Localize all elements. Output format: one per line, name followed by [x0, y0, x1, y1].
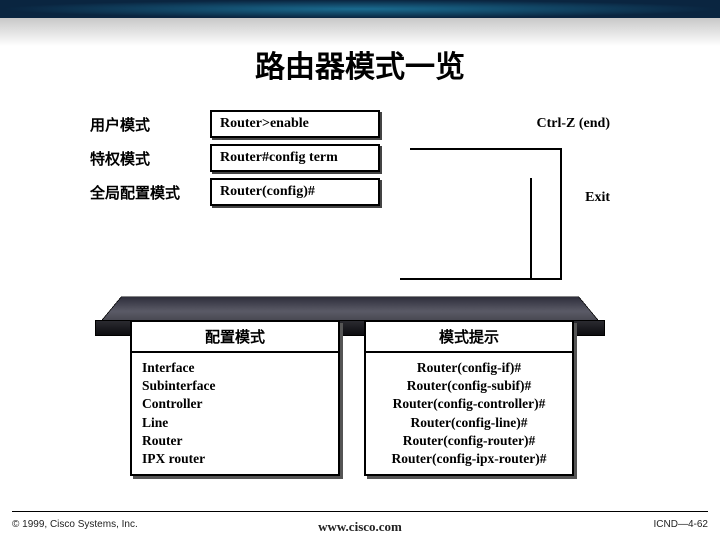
bottom-boxes: 配置模式 Interface Subinterface Controller L…: [130, 320, 574, 476]
list-item: Router(config-subif)#: [376, 377, 562, 395]
list-item: Router(config-router)#: [376, 432, 562, 450]
list-item: Interface: [142, 359, 328, 377]
row-priv-mode: 特权模式 Router#config term: [90, 144, 650, 172]
footer: © 1999, Cisco Systems, Inc. www.cisco.co…: [12, 519, 708, 530]
box-config-modes: 配置模式 Interface Subinterface Controller L…: [130, 320, 340, 476]
box-mode-prompts: 模式提示 Router(config-if)# Router(config-su…: [364, 320, 574, 476]
label-ctrl-z: Ctrl-Z (end): [537, 116, 611, 132]
row-global-mode: 全局配置模式 Router(config)#: [90, 178, 650, 206]
list-item: Subinterface: [142, 377, 328, 395]
box-config-modes-header: 配置模式: [132, 322, 338, 353]
mode-rows: 用户模式 Router>enable 特权模式 Router#config te…: [90, 110, 650, 212]
list-item: IPX router: [142, 450, 328, 468]
list-item: Router(config-if)#: [376, 359, 562, 377]
header-gradient: [0, 0, 720, 18]
cmd-enable: Router>enable: [210, 110, 380, 138]
label-priv-mode: 特权模式: [90, 148, 210, 169]
label-exit: Exit: [585, 190, 610, 206]
connector-line: [410, 148, 560, 150]
list-item: Router(config-ipx-router)#: [376, 450, 562, 468]
connector-line: [530, 178, 532, 278]
cmd-config-prompt: Router(config)#: [210, 178, 380, 206]
list-item: Line: [142, 414, 328, 432]
label-global-mode: 全局配置模式: [90, 182, 210, 203]
list-item: Router: [142, 432, 328, 450]
box-mode-prompts-header: 模式提示: [366, 322, 572, 353]
box-mode-prompts-body: Router(config-if)# Router(config-subif)#…: [366, 353, 572, 474]
page-title: 路由器模式一览: [0, 42, 720, 86]
label-user-mode: 用户模式: [90, 114, 210, 135]
cmd-config-term: Router#config term: [210, 144, 380, 172]
footer-url: www.cisco.com: [12, 519, 708, 535]
connector-line: [560, 148, 562, 278]
list-item: Router(config-line)#: [376, 414, 562, 432]
list-item: Router(config-controller)#: [376, 395, 562, 413]
footer-rule: [12, 511, 708, 512]
box-config-modes-body: Interface Subinterface Controller Line R…: [132, 353, 338, 474]
list-item: Controller: [142, 395, 328, 413]
